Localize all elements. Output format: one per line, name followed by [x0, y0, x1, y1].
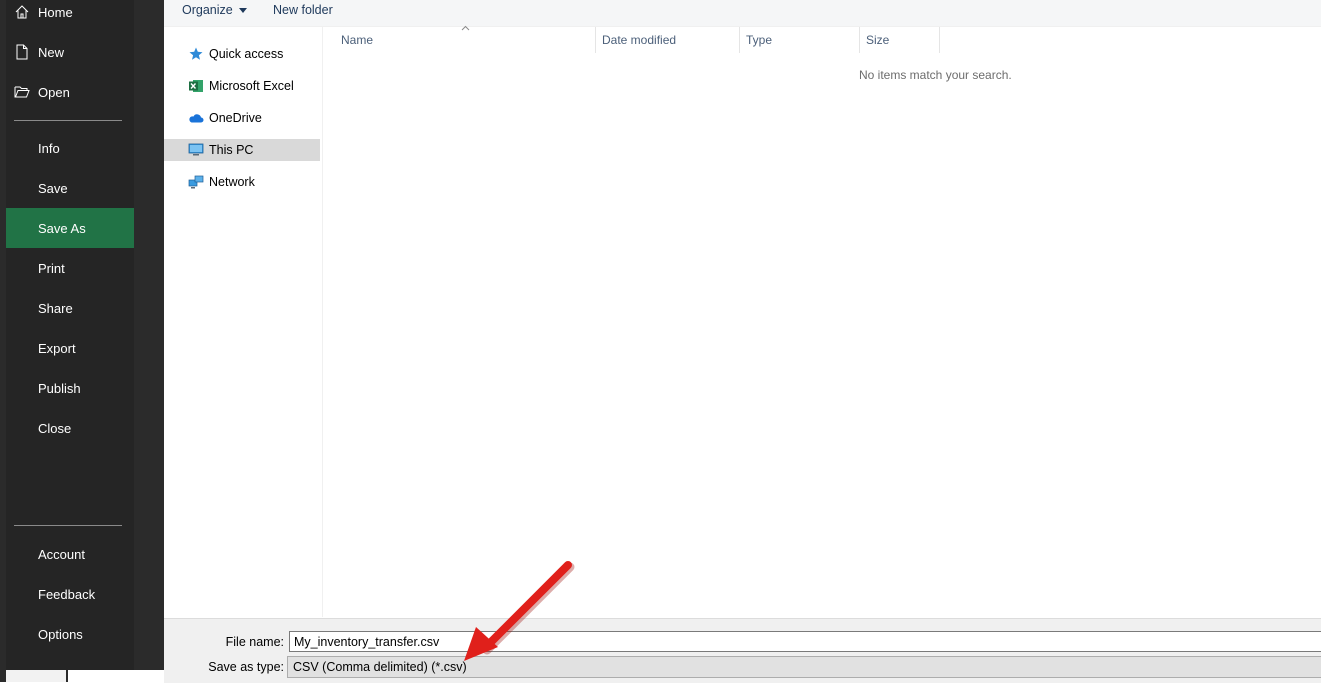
- nav-pane-onedrive[interactable]: OneDrive: [164, 107, 320, 129]
- nav-print[interactable]: Print: [6, 248, 134, 288]
- nav-pane-network[interactable]: Network: [164, 171, 320, 193]
- quick-access-label: Quick access: [209, 47, 284, 61]
- save-as-dialog: Organize New folder Quick access Microso…: [164, 0, 1321, 683]
- nav-info-label: Info: [38, 140, 60, 156]
- new-document-icon: [16, 44, 28, 60]
- organize-button[interactable]: Organize: [182, 3, 247, 21]
- nav-export-label: Export: [38, 340, 76, 356]
- save-as-type-label: Save as type:: [208, 660, 284, 674]
- organize-label: Organize: [182, 3, 233, 17]
- microsoft-excel-label: Microsoft Excel: [209, 79, 294, 93]
- column-header-label: Type: [746, 33, 773, 47]
- column-header-date-modified[interactable]: Date modified: [596, 27, 739, 53]
- save-as-type-value: CSV (Comma delimited) (*.csv): [293, 660, 467, 674]
- nav-save-as[interactable]: Save As: [6, 208, 134, 248]
- excel-icon: [189, 80, 203, 92]
- nav-open-label: Open: [38, 84, 70, 100]
- dialog-footer: File name: Save as type: CSV (Comma deli…: [164, 618, 1321, 683]
- nav-feedback-label: Feedback: [38, 586, 96, 602]
- nav-save-as-label: Save As: [38, 220, 86, 236]
- new-folder-label: New folder: [273, 3, 333, 17]
- nav-share-label: Share: [38, 300, 73, 316]
- nav-pane-microsoft-excel[interactable]: Microsoft Excel: [164, 75, 320, 97]
- nav-options[interactable]: Options: [6, 614, 134, 654]
- nav-account[interactable]: Account: [6, 534, 134, 574]
- nav-print-label: Print: [38, 260, 65, 276]
- nav-open[interactable]: Open: [6, 72, 134, 112]
- navigation-pane: Quick access Microsoft Excel OneDrive Th…: [164, 27, 323, 617]
- nav-close[interactable]: Close: [6, 408, 134, 448]
- network-icon: [188, 175, 204, 189]
- onedrive-label: OneDrive: [209, 111, 262, 125]
- nav-export[interactable]: Export: [6, 328, 134, 368]
- column-header-name[interactable]: Name: [335, 27, 595, 53]
- taskbar-fragment: [6, 670, 66, 682]
- column-header-size[interactable]: Size: [860, 27, 939, 53]
- new-folder-button[interactable]: New folder: [273, 3, 333, 21]
- cloud-icon: [189, 114, 204, 123]
- save-as-type-dropdown[interactable]: CSV (Comma delimited) (*.csv): [287, 656, 1321, 678]
- nav-feedback[interactable]: Feedback: [6, 574, 134, 614]
- nav-save[interactable]: Save: [6, 168, 134, 208]
- column-divider[interactable]: [939, 27, 940, 53]
- computer-icon: [188, 143, 204, 156]
- nav-share[interactable]: Share: [6, 288, 134, 328]
- backstage-nav: Home New Open Info Save Save As Print Sh…: [6, 0, 134, 670]
- backstage-bottom-strip: [0, 670, 164, 682]
- nav-divider: [14, 120, 122, 121]
- column-header-type[interactable]: Type: [740, 27, 859, 53]
- file-name-label: File name:: [225, 635, 284, 649]
- empty-results-message: No items match your search.: [859, 68, 1012, 82]
- nav-new-label: New: [38, 44, 65, 60]
- open-folder-icon: [14, 86, 30, 98]
- nav-publish[interactable]: Publish: [6, 368, 134, 408]
- nav-home[interactable]: Home: [6, 0, 134, 32]
- star-pin-icon: [189, 47, 203, 60]
- nav-close-label: Close: [38, 420, 72, 436]
- network-label: Network: [209, 175, 255, 189]
- taskbar-fragment: [68, 670, 164, 682]
- column-header-label: Size: [866, 33, 890, 47]
- file-list: Name Date modified Type Size No items ma…: [324, 25, 1321, 617]
- this-pc-label: This PC: [209, 143, 254, 157]
- dialog-toolbar: Organize New folder: [164, 0, 1321, 27]
- nav-save-label: Save: [38, 180, 68, 196]
- nav-home-label: Home: [38, 4, 73, 20]
- nav-pane-this-pc[interactable]: This PC: [164, 139, 320, 161]
- column-header-label: Date modified: [602, 33, 677, 47]
- nav-options-label: Options: [38, 626, 83, 642]
- nav-divider: [14, 525, 122, 526]
- file-name-input[interactable]: [289, 631, 1321, 652]
- nav-account-label: Account: [38, 546, 85, 562]
- nav-pane-quick-access[interactable]: Quick access: [164, 43, 320, 65]
- nav-info[interactable]: Info: [6, 128, 134, 168]
- column-header-label: Name: [341, 33, 374, 47]
- nav-new[interactable]: New: [6, 32, 134, 72]
- chevron-down-icon: [238, 8, 247, 14]
- backstage-panel: Home New Open Info Save Save As Print Sh…: [0, 0, 164, 682]
- home-icon: [15, 5, 29, 19]
- nav-publish-label: Publish: [38, 380, 81, 396]
